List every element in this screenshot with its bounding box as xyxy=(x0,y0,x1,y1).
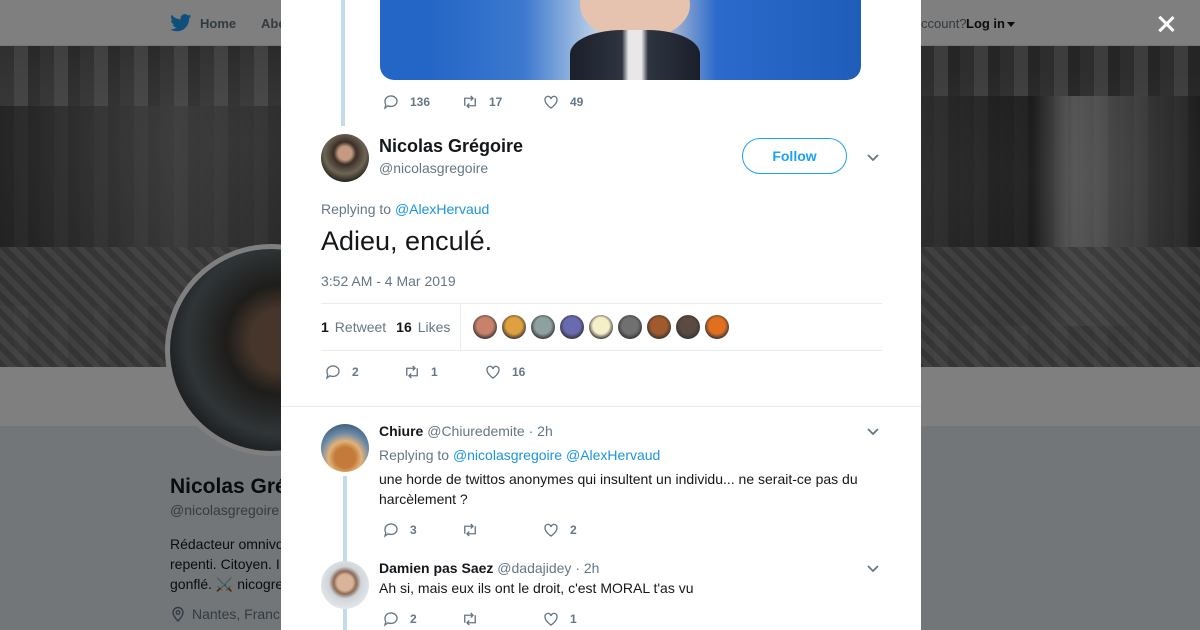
reply-button[interactable]: 2 xyxy=(324,363,403,381)
liker-avatar[interactable] xyxy=(560,315,585,339)
reply-count: 2 xyxy=(410,612,417,626)
liker-avatar[interactable] xyxy=(647,315,672,339)
like-button[interactable]: 49 xyxy=(542,93,583,111)
reply-count: 136 xyxy=(410,95,431,109)
previous-tweet-image[interactable] xyxy=(380,0,861,80)
heart-icon xyxy=(544,523,558,537)
reply-author-name[interactable]: Chiure xyxy=(379,423,423,439)
retweet-count: 1 xyxy=(431,365,438,379)
reply-icon xyxy=(383,95,398,110)
reply-author-name[interactable]: Damien pas Saez xyxy=(379,560,493,576)
replying-to: Replying to @nicolasgregoire @AlexHervau… xyxy=(379,447,660,463)
retweet-icon xyxy=(464,523,476,537)
like-button[interactable]: 1 xyxy=(542,610,577,628)
like-stat-label: Likes xyxy=(417,319,451,335)
liker-avatar[interactable] xyxy=(589,315,614,339)
reply-icon xyxy=(383,523,398,538)
reply-count: 2 xyxy=(352,365,359,379)
like-button[interactable]: 16 xyxy=(484,363,525,381)
like-count: 49 xyxy=(570,95,584,109)
follow-button[interactable]: Follow xyxy=(742,138,847,174)
reply-avatar[interactable] xyxy=(321,424,369,472)
retweet-icon xyxy=(464,612,476,626)
heart-icon xyxy=(544,95,558,109)
reply-header: Damien pas Saez @dadajidey · 2h xyxy=(379,560,599,576)
retweet-stat-label: Retweet xyxy=(334,319,387,335)
replies-divider xyxy=(281,406,921,407)
tweet-stats: 1 Retweet 16 Likes xyxy=(321,303,882,351)
reply-button[interactable]: 3 xyxy=(382,521,461,539)
like-count: 1 xyxy=(570,612,577,626)
like-count: 16 xyxy=(512,365,526,379)
reply-text: Ah si, mais eux ils ont le droit, c'est … xyxy=(379,580,694,596)
reply-actions: 2 1 xyxy=(382,610,577,628)
previous-tweet-actions: 136 17 49 xyxy=(382,93,583,111)
mention-link[interactable]: @AlexHervaud xyxy=(566,447,660,463)
reply-actions: 3 2 xyxy=(382,521,577,539)
reply-button[interactable]: 136 xyxy=(382,93,461,111)
liker-avatar[interactable] xyxy=(676,315,701,339)
liker-avatar[interactable] xyxy=(473,315,498,339)
stats-divider xyxy=(460,303,462,351)
replying-prefix: Replying to xyxy=(379,447,450,463)
retweet-button[interactable] xyxy=(461,521,542,539)
liker-avatar[interactable] xyxy=(502,315,527,339)
tweet-timestamp[interactable]: 3:52 AM - 4 Mar 2019 xyxy=(321,273,456,289)
reply-icon xyxy=(325,365,340,380)
likers-avatars xyxy=(473,315,730,339)
mention-link[interactable]: @AlexHervaud xyxy=(395,201,489,217)
retweet-button[interactable]: 1 xyxy=(403,363,484,381)
reply-avatar[interactable] xyxy=(321,561,369,609)
liker-avatar[interactable] xyxy=(531,315,556,339)
retweet-icon xyxy=(406,365,418,379)
tweet-text: Adieu, enculé. xyxy=(321,226,493,256)
retweet-stat-count: 1 xyxy=(321,319,329,335)
tweet-modal: 136 17 49 Nicolas Grégoire @nicolasgrego… xyxy=(281,0,921,630)
retweet-count: 17 xyxy=(489,95,503,109)
close-icon[interactable] xyxy=(1152,10,1180,38)
chevron-down-icon[interactable] xyxy=(866,561,880,575)
tweet-actions: 2 1 16 xyxy=(324,363,525,381)
chevron-down-icon[interactable] xyxy=(866,424,880,438)
reply-header: Chiure @Chiuredemite · 2h xyxy=(379,423,553,439)
replying-prefix: Replying to xyxy=(321,201,392,217)
author-avatar[interactable] xyxy=(321,134,369,182)
heart-icon xyxy=(544,612,558,626)
like-stat-count: 16 xyxy=(396,319,412,335)
like-button[interactable]: 2 xyxy=(542,521,577,539)
like-count: 2 xyxy=(570,523,577,537)
heart-icon xyxy=(486,365,500,379)
liker-avatar[interactable] xyxy=(618,315,643,339)
replying-to: Replying to @AlexHervaud xyxy=(321,201,489,217)
author-name[interactable]: Nicolas Grégoire xyxy=(379,136,523,157)
chevron-down-icon[interactable] xyxy=(866,150,880,164)
reply-time[interactable]: · 2h xyxy=(575,560,599,576)
liker-avatar[interactable] xyxy=(705,315,730,339)
reply-author-handle[interactable]: @Chiuredemite xyxy=(427,423,524,439)
image-suit xyxy=(570,30,700,80)
reply-author-handle[interactable]: @dadajidey xyxy=(497,560,571,576)
thread-line xyxy=(341,0,345,126)
retweet-button[interactable]: 17 xyxy=(461,93,542,111)
reply-count: 3 xyxy=(410,523,417,537)
like-stat[interactable]: 16 Likes xyxy=(396,319,450,335)
mention-link[interactable]: @nicolasgregoire xyxy=(453,447,562,463)
reply-text: une horde de twittos anonymes qui insult… xyxy=(379,471,858,507)
reply-button[interactable]: 2 xyxy=(382,610,461,628)
reply-time[interactable]: · 2h xyxy=(529,423,553,439)
retweet-button[interactable] xyxy=(461,610,542,628)
retweet-icon xyxy=(464,95,476,109)
reply-icon xyxy=(383,612,398,627)
author-handle[interactable]: @nicolasgregoire xyxy=(379,160,488,176)
retweet-stat[interactable]: 1 Retweet xyxy=(321,319,386,335)
